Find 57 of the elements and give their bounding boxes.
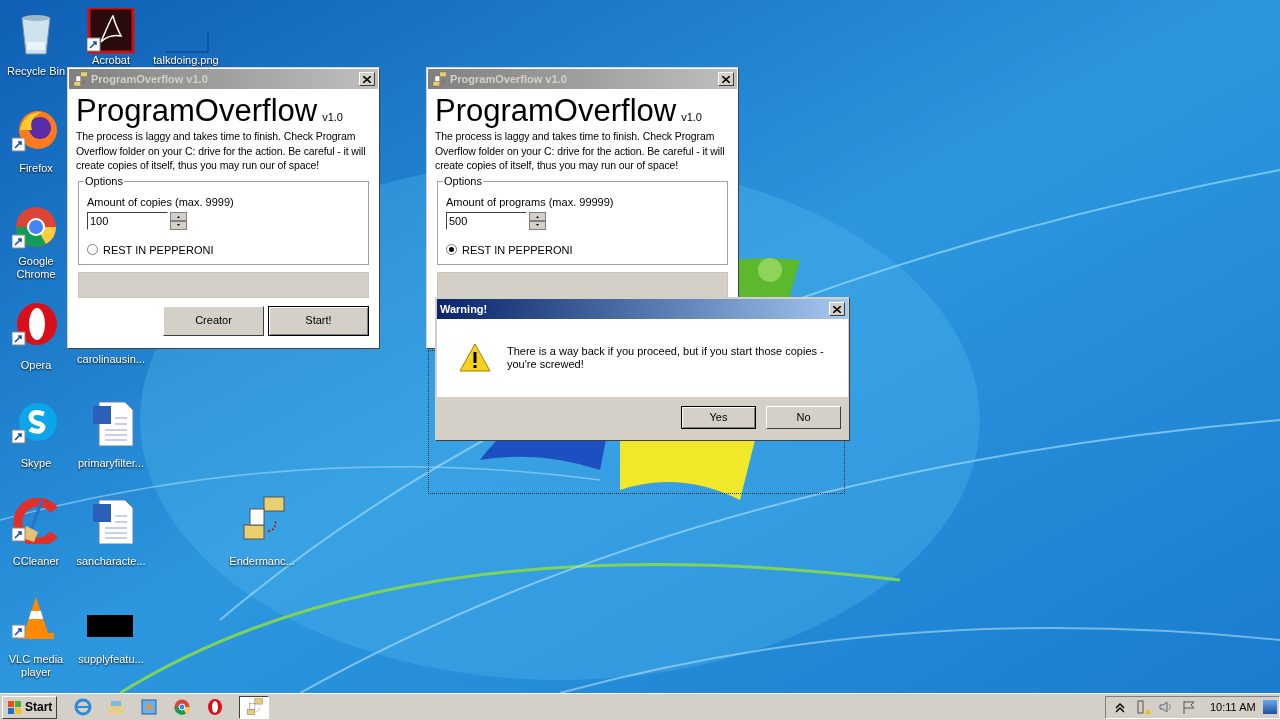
window-title: ProgramOverflow v1.0 (450, 71, 568, 87)
app-heading: ProgramOverflow (76, 95, 318, 127)
folders-taskbar-icon[interactable] (239, 695, 270, 719)
windows-flag-icon (7, 699, 23, 715)
icon-label[interactable]: Google Chrome (1, 255, 71, 281)
browser-icon[interactable] (12, 108, 60, 154)
radio-button[interactable] (446, 244, 457, 256)
cleaner-icon[interactable] (12, 498, 60, 544)
spin-buttons[interactable] (529, 211, 546, 230)
icon-label[interactable]: Acrobat (92, 54, 130, 67)
icon-label[interactable]: Recycle Bin (6, 65, 66, 78)
spin-buttons[interactable] (170, 211, 187, 230)
close-icon[interactable] (718, 72, 734, 86)
dialog-button[interactable]: No (766, 406, 841, 429)
close-icon[interactable] (829, 302, 845, 316)
window-button[interactable]: Creator (163, 305, 264, 336)
icon-label[interactable]: Firefox (19, 162, 53, 175)
version-label: v1.0 (322, 109, 343, 125)
icon-label[interactable]: sancharacte... (76, 555, 146, 568)
app-icon (72, 71, 88, 87)
chat-icon[interactable] (12, 400, 60, 446)
version-label: v1.0 (681, 109, 702, 125)
icon-label[interactable]: CCleaner (12, 555, 60, 568)
radio-button[interactable] (87, 244, 98, 256)
icon-label[interactable]: VLC media player (1, 653, 71, 679)
warning-message: There is a way back if you proceed, but if you start those copies - you're screwed! (507, 345, 825, 371)
app-heading: ProgramOverflow (435, 95, 677, 127)
icon-label[interactable]: talkdoing.png (153, 54, 219, 67)
description-text: The process is laggy and takes time to finish. Check Program Overflow folder on your C: drive for the action. Be careful - it will create copies of itself, thus you may run our of space! (435, 129, 726, 173)
browser-taskbar-icon[interactable] (206, 698, 225, 716)
pdf-icon[interactable] (87, 8, 135, 54)
window-title: ProgramOverflow v1.0 (91, 71, 209, 87)
browser-icon[interactable] (12, 302, 60, 348)
radio-label[interactable]: REST IN PEPPERONI (462, 241, 573, 258)
clock[interactable]: 10:11 AM (1210, 698, 1256, 716)
description-text: The process is laggy and takes time to finish. Check Program Overflow folder on your C: drive for the action. Be careful - it will create copies of itself, thus you may run our of space! (76, 129, 367, 173)
close-icon[interactable] (359, 72, 375, 86)
field-label: Amount of copies (max. 9999) (87, 195, 235, 209)
icon-label[interactable]: Opera (20, 359, 52, 372)
icon-label[interactable]: primaryfilter... (78, 457, 144, 470)
app-icon (431, 71, 447, 87)
window-button[interactable]: Start! (268, 305, 369, 336)
show-desktop-button[interactable] (1263, 700, 1277, 714)
warning-icon (459, 343, 491, 373)
icon-label[interactable]: carolinausin... (77, 353, 145, 366)
field-label: Amount of programs (max. 99999) (446, 195, 615, 209)
number-field[interactable]: 100 (87, 211, 168, 230)
radio-label[interactable]: REST IN PEPPERONI (103, 241, 214, 258)
dialog-button[interactable]: Yes (681, 406, 756, 429)
start-button[interactable]: Start (2, 695, 58, 719)
browser-taskbar-icon[interactable] (173, 698, 192, 716)
window-title: Warning! (440, 301, 489, 317)
speaker-icon[interactable] (1158, 699, 1174, 715)
icon-label[interactable]: Skype (20, 457, 52, 470)
icon-label[interactable]: supplyfeatu... (78, 653, 144, 666)
number-field[interactable]: 500 (446, 211, 527, 230)
flag-icon[interactable] (1181, 699, 1197, 715)
